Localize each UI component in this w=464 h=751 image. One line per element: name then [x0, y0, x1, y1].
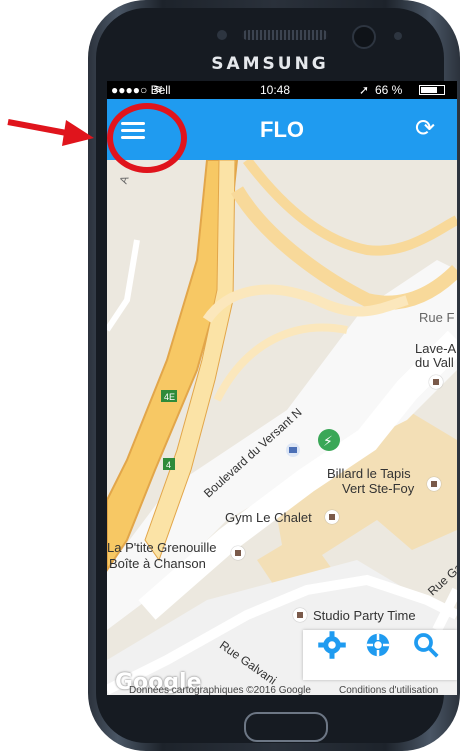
battery-percent: 66 % [375, 83, 403, 97]
earpiece-speaker [242, 30, 328, 40]
map-controls [303, 630, 457, 680]
wifi-icon: ≋ [153, 82, 164, 96]
status-bar: ●●●●○ Bell ≋ 10:48 ➚ 66 % [107, 81, 457, 99]
home-button[interactable] [244, 712, 328, 742]
place-grenouille-name: La P'tite Grenouille [107, 540, 217, 555]
place-studio-marker[interactable] [293, 608, 307, 622]
street-label-rue-f: Rue F [419, 310, 455, 325]
brand-logo: SAMSUNG [211, 54, 329, 74]
route-shield-4: 4 [166, 460, 171, 470]
place-lave-marker[interactable] [429, 375, 443, 389]
location-icon: ➚ [359, 83, 370, 97]
route-shield-4e: 4E [164, 392, 175, 402]
place-lave-name: Lave-A [415, 341, 457, 356]
place-grenouille-marker[interactable] [231, 546, 245, 560]
highlight-circle [107, 103, 187, 173]
map-footer: Données cartographiques ©2016 Google Con… [107, 685, 457, 695]
place-lave-sub: du Vall [415, 355, 454, 370]
place-grenouille-sub: Boîte à Chanson [109, 556, 206, 571]
place-gym-name: Gym Le Chalet [225, 510, 312, 525]
settings-icon[interactable] [317, 630, 347, 660]
place-billard-name: Billard le Tapis [327, 466, 411, 481]
locate-icon[interactable] [363, 630, 393, 660]
search-icon[interactable] [411, 630, 441, 660]
battery-icon [419, 85, 445, 95]
front-camera [352, 25, 376, 49]
place-gym-marker[interactable] [325, 510, 339, 524]
place-billard-marker[interactable] [427, 477, 441, 491]
map-view[interactable]: 4E 4 ⚡ Boulevard du Versant N Rue Galvan… [107, 160, 457, 695]
refresh-button[interactable]: ⟳ [411, 115, 439, 143]
app-screen: ●●●●○ Bell ≋ 10:48 ➚ 66 % FLO ⟳ 4E 4 ⚡ B… [107, 81, 457, 695]
place-billard-sub: Vert Ste-Foy [342, 481, 415, 496]
terms-link[interactable]: Conditions d'utilisation [339, 685, 438, 695]
pointer-arrow [7, 119, 94, 146]
sensor [217, 30, 227, 40]
sensor [394, 32, 402, 40]
svg-text:⚡: ⚡ [323, 434, 333, 450]
place-studio-name: Studio Party Time [313, 608, 416, 623]
refresh-icon: ⟳ [414, 115, 436, 142]
map-copyright: Données cartographiques ©2016 Google [129, 685, 311, 695]
status-time: 10:48 [260, 83, 291, 97]
